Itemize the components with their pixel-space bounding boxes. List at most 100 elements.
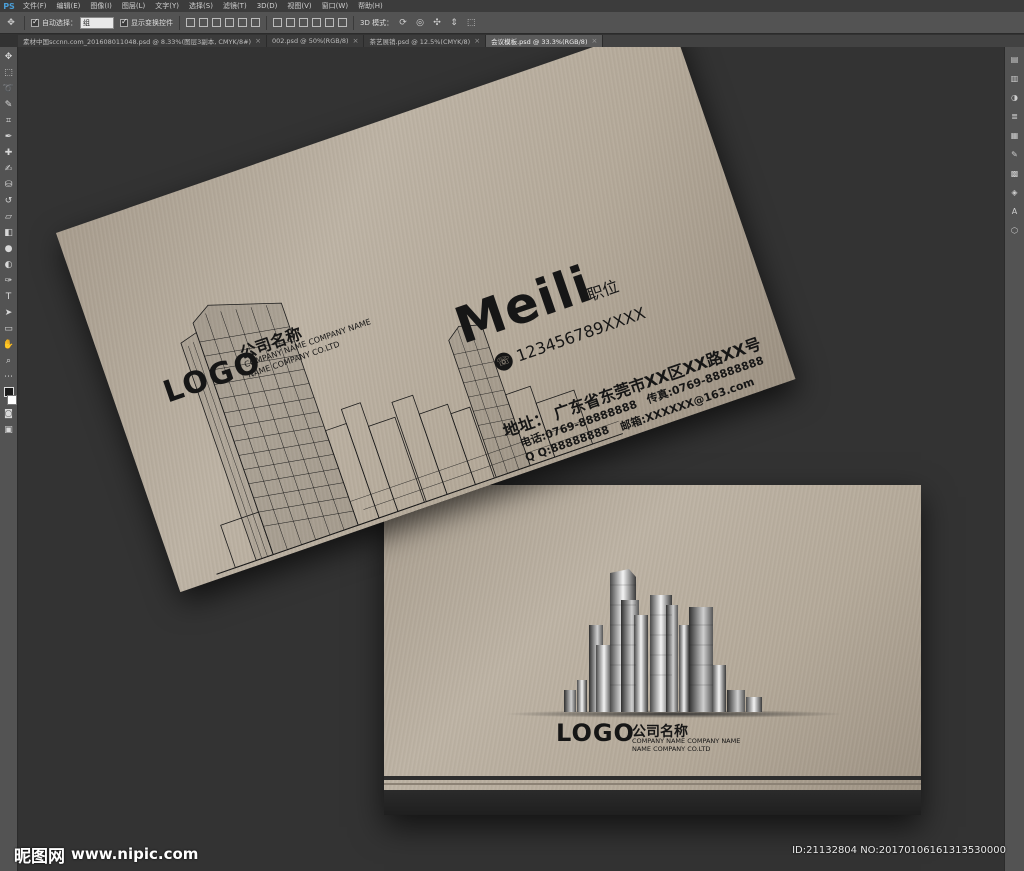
3d-mode-group: 3D 模式： ⟳ ◎ ✣ ⇕ ⬚	[360, 16, 478, 30]
tab-label: 会议模板.psd @ 33.3%(RGB/8)	[491, 38, 588, 46]
align-right-icon[interactable]	[251, 18, 260, 27]
watermark-id: ID:21132804 NO:20170106161313530000	[792, 845, 1006, 856]
layers-panel-icon[interactable]: ≣	[1008, 110, 1021, 123]
properties-panel-icon[interactable]: ▥	[1008, 72, 1021, 85]
3d-panel-icon[interactable]: ⬡	[1008, 224, 1021, 237]
paint-bucket-icon[interactable]: ◧	[2, 227, 15, 240]
menu-type[interactable]: 文字(Y)	[150, 1, 184, 11]
quick-mask-icon[interactable]: ◙	[2, 408, 15, 421]
stamp-tool-icon[interactable]: ⛁	[2, 179, 15, 192]
document-tab-active[interactable]: 会议模板.psd @ 33.3%(RGB/8) ×	[486, 35, 604, 47]
photoshop-window: PS 文件(F) 编辑(E) 图像(I) 图层(L) 文字(Y) 选择(S) 滤…	[0, 0, 1024, 871]
auto-select-checkbox[interactable]	[31, 17, 39, 27]
distribute-right-icon[interactable]	[338, 18, 347, 27]
marquee-tool-icon[interactable]: ⬚	[2, 67, 15, 80]
menu-filter[interactable]: 滤镜(T)	[218, 1, 252, 11]
adjustments-panel-icon[interactable]: ◑	[1008, 91, 1021, 104]
more-tools-icon[interactable]: ⋯	[2, 371, 15, 384]
history-brush-icon[interactable]: ↺	[2, 195, 15, 208]
eyedropper-tool-icon[interactable]: ✒	[2, 131, 15, 144]
eraser-tool-icon[interactable]: ▱	[2, 211, 15, 224]
pen-tool-icon[interactable]: ✑	[2, 275, 15, 288]
brush-tool-icon[interactable]: ✍	[2, 163, 15, 176]
document-tab[interactable]: 素材中国sccnn.com_201608011048.psd @ 8.33%(图…	[18, 35, 267, 47]
company-name-en-back-1: COMPANY NAME COMPANY NAME	[632, 737, 741, 745]
menu-view[interactable]: 视图(V)	[282, 1, 316, 11]
separator	[24, 15, 25, 30]
document-tab[interactable]: 002.psd @ 50%(RGB/8) ×	[266, 35, 365, 47]
menu-select[interactable]: 选择(S)	[184, 1, 218, 11]
logo-text-back: LOGO	[556, 719, 635, 747]
background-color-swatch[interactable]	[6, 395, 17, 405]
distribute-hcenter-icon[interactable]	[325, 18, 334, 27]
move-tool-icon[interactable]: ✥	[2, 51, 15, 64]
close-icon[interactable]: ×	[474, 37, 480, 45]
healing-brush-icon[interactable]: ✚	[2, 147, 15, 160]
show-transform-checkbox[interactable]	[120, 17, 128, 27]
screen-mode-icon[interactable]: ▣	[2, 424, 15, 437]
auto-select-dropdown[interactable]: 组	[80, 16, 114, 29]
character-panel-icon[interactable]: A	[1008, 205, 1021, 218]
menu-help[interactable]: 帮助(H)	[353, 1, 388, 11]
close-icon[interactable]: ×	[255, 37, 261, 45]
watermark-site: 昵图网 www.nipic.com	[14, 842, 198, 867]
crop-tool-icon[interactable]: ⌗	[2, 115, 15, 128]
menu-bar: PS 文件(F) 编辑(E) 图像(I) 图层(L) 文字(Y) 选择(S) 滤…	[0, 0, 1024, 12]
align-buttons	[186, 18, 260, 27]
shape-tool-icon[interactable]: ▭	[2, 323, 15, 336]
styles-panel-icon[interactable]: ◈	[1008, 186, 1021, 199]
3d-rotate-icon[interactable]: ⟳	[396, 16, 410, 30]
3d-slide-icon[interactable]: ⇕	[447, 16, 461, 30]
watermark-site-cn: 昵图网	[14, 846, 65, 867]
tab-label: 素材中国sccnn.com_201608011048.psd @ 8.33%(图…	[23, 38, 252, 46]
zoom-tool-icon[interactable]: ⌕	[2, 355, 15, 368]
auto-select-label: 自动选择：	[42, 18, 77, 27]
decorative-stripe	[384, 776, 921, 780]
options-bar: ✥ 自动选择： 组 显示变换控件	[0, 12, 1024, 34]
show-transform-label: 显示变换控件	[131, 18, 173, 27]
path-select-icon[interactable]: ➤	[2, 307, 15, 320]
document-tab[interactable]: 茶艺展销.psd @ 12.5%(CMYK/8) ×	[364, 35, 487, 47]
align-hcenter-icon[interactable]	[238, 18, 247, 27]
menu-window[interactable]: 窗口(W)	[317, 1, 353, 11]
history-panel-icon[interactable]: ▤	[1008, 53, 1021, 66]
document-canvas[interactable]: LOGO 公司名称 COMPANY NAME COMPANY NAME NAME…	[19, 47, 1004, 871]
align-vcenter-icon[interactable]	[199, 18, 208, 27]
3d-mode-label: 3D 模式：	[360, 18, 394, 27]
hand-tool-icon[interactable]: ✋	[2, 339, 15, 352]
swatches-panel-icon[interactable]: ▩	[1008, 167, 1021, 180]
separator	[179, 15, 180, 30]
menu-image[interactable]: 图像(I)	[85, 1, 117, 11]
tab-label: 茶艺展销.psd @ 12.5%(CMYK/8)	[369, 38, 471, 46]
distribute-vcenter-icon[interactable]	[286, 18, 295, 27]
menu-3d[interactable]: 3D(D)	[252, 2, 283, 10]
tools-panel: ✥ ⬚ ➰ ✎ ⌗ ✒ ✚ ✍ ⛁ ↺ ▱ ◧ ● ◐ ✑ T ➤ ▭ ✋ ⌕ …	[0, 47, 18, 871]
distribute-bottom-icon[interactable]	[299, 18, 308, 27]
align-bottom-icon[interactable]	[212, 18, 221, 27]
separator	[266, 15, 267, 30]
paths-panel-icon[interactable]: ✎	[1008, 148, 1021, 161]
move-tool-icon[interactable]: ✥	[4, 16, 18, 30]
close-icon[interactable]: ×	[353, 37, 359, 45]
quick-select-tool-icon[interactable]: ✎	[2, 99, 15, 112]
3d-scale-icon[interactable]: ⬚	[464, 16, 478, 30]
app-logo: PS	[3, 1, 15, 11]
distribute-left-icon[interactable]	[312, 18, 321, 27]
distribute-top-icon[interactable]	[273, 18, 282, 27]
menu-layer[interactable]: 图层(L)	[117, 1, 150, 11]
lasso-tool-icon[interactable]: ➰	[2, 83, 15, 96]
3d-roll-icon[interactable]: ◎	[413, 16, 427, 30]
type-tool-icon[interactable]: T	[2, 291, 15, 304]
menu-file[interactable]: 文件(F)	[18, 1, 52, 11]
menu-edit[interactable]: 编辑(E)	[52, 1, 86, 11]
dodge-tool-icon[interactable]: ◐	[2, 259, 15, 272]
tab-label: 002.psd @ 50%(RGB/8)	[271, 37, 349, 45]
close-icon[interactable]: ×	[591, 37, 597, 45]
align-left-icon[interactable]	[225, 18, 234, 27]
distribute-buttons	[273, 18, 347, 27]
align-top-icon[interactable]	[186, 18, 195, 27]
channels-panel-icon[interactable]: ▦	[1008, 129, 1021, 142]
blur-tool-icon[interactable]: ●	[2, 243, 15, 256]
decorative-stripe	[384, 783, 921, 785]
3d-pan-icon[interactable]: ✣	[430, 16, 444, 30]
